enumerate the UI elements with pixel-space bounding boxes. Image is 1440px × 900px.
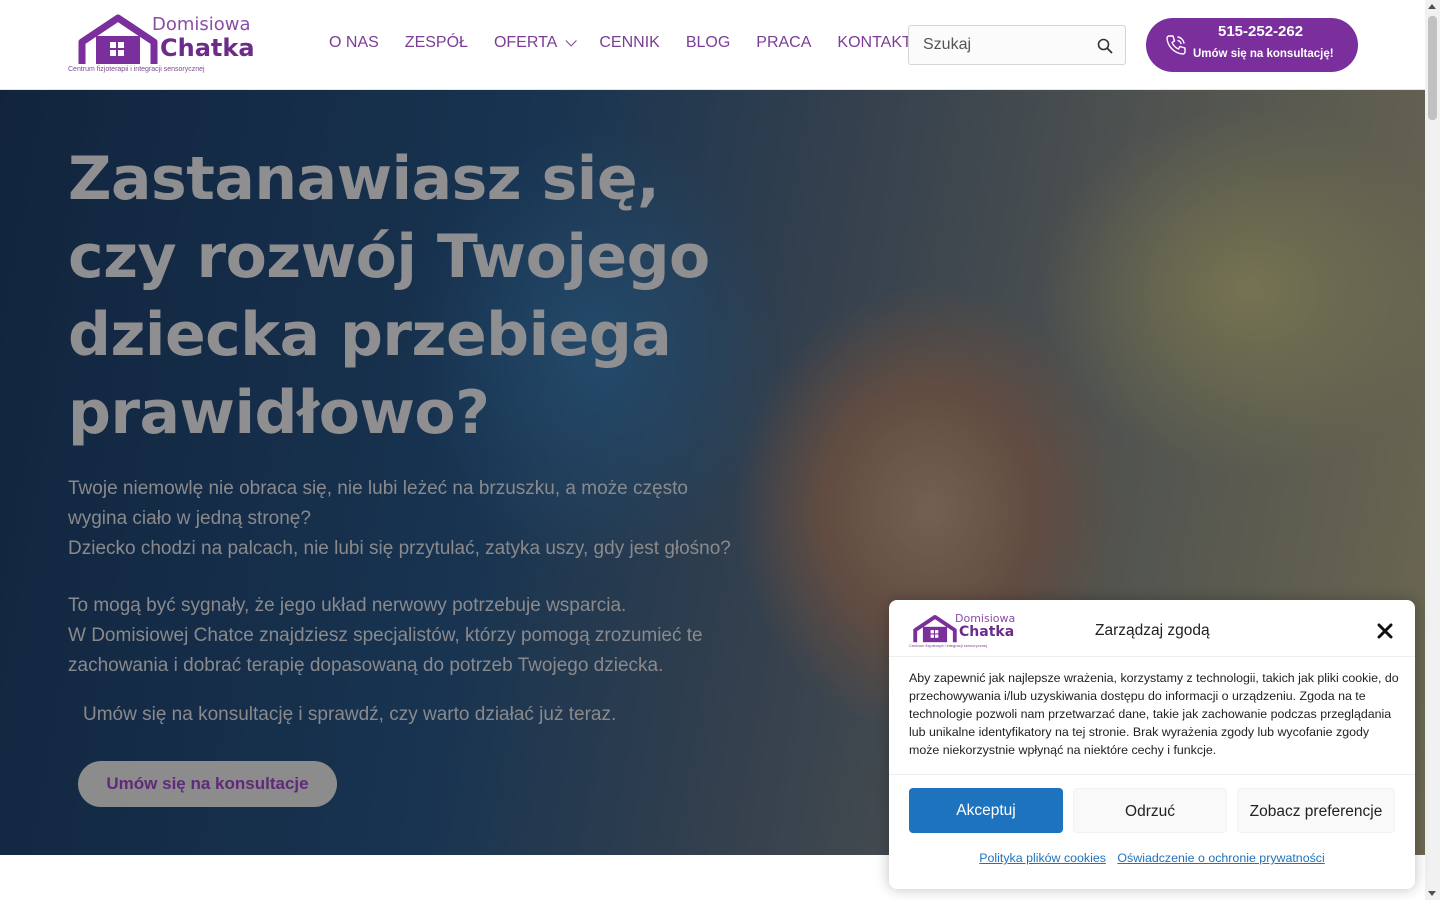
phone-number: 515-252-262 [1218, 23, 1304, 40]
hero-paragraph-2-line-1: To mogą być sygnały, że jego układ nerwo… [68, 595, 627, 616]
site-logo[interactable]: Domisiowa Chatka Centrum fizjoterapii i … [68, 12, 255, 76]
divider [889, 774, 1415, 775]
hero-paragraph-3: Umów się na konsultację i sprawdź, czy w… [83, 704, 617, 725]
phone-subtitle: Umów się na konsultację! [1193, 48, 1334, 60]
book-consultation-button[interactable]: Umów się na konsultacje [78, 761, 337, 807]
hero-title: Zastanawiasz się, czy rozwój Twojego dzi… [68, 144, 710, 448]
house-logo-icon [78, 14, 158, 64]
scroll-down-arrow-icon[interactable] [1428, 891, 1436, 896]
cookie-logo-text-main: Chatka [959, 624, 1015, 640]
cookie-dialog-title: Zarządzaj zgodą [1095, 622, 1210, 639]
nav-item-kontakt[interactable]: KONTAKT [837, 34, 911, 52]
search-box [908, 25, 1126, 65]
nav-label: PRACA [756, 34, 812, 51]
nav-item-oferta[interactable]: OFERTA [493, 34, 578, 52]
main-nav: O NAS ZESPÓŁ OFERTA CENNIK BLOG PRACA KO… [329, 34, 938, 52]
cookie-logo-tagline: Centrum fizjoterapii i integracji sensor… [909, 643, 988, 648]
phone-icon [1164, 33, 1188, 62]
house-logo-icon [913, 614, 957, 643]
nav-label: OFERTA [493, 34, 558, 51]
nav-item-cennik[interactable]: CENNIK [599, 34, 659, 52]
nav-label: ZESPÓŁ [404, 34, 468, 51]
hero-paragraph-2-line-2: W Domisiowej Chatce znajdziesz specjalis… [68, 625, 703, 676]
nav-item-praca[interactable]: PRACA [756, 34, 811, 52]
cookie-dialog-logo: Domisiowa Chatka Centrum fizjoterapii i … [909, 612, 1015, 650]
hero-paragraph-2: To mogą być sygnały, że jego układ nerwo… [68, 591, 748, 681]
nav-label: BLOG [685, 34, 731, 51]
page-scrollbar[interactable] [1425, 0, 1440, 900]
page: Domisiowa Chatka Centrum fizjoterapii i … [0, 0, 1440, 900]
accept-button[interactable]: Akceptuj [909, 788, 1063, 833]
phone-consultation-button[interactable]: 515-252-262 Umów się na konsultację! [1146, 18, 1358, 72]
search-icon[interactable] [1097, 38, 1113, 59]
nav-label: CENNIK [599, 34, 660, 51]
scroll-up-arrow-icon[interactable] [1428, 4, 1436, 9]
hero-paragraph-1: Twoje niemowlę nie obraca się, nie lubi … [68, 474, 748, 564]
nav-label: KONTAKT [837, 34, 912, 51]
logo-text-top: Domisiowa [152, 14, 251, 35]
hero-paragraph-1-line-1: Twoje niemowlę nie obraca się, nie lubi … [68, 478, 688, 529]
privacy-statement-link[interactable]: Oświadczenie o ochronie prywatności [1117, 851, 1324, 865]
chevron-down-icon [565, 35, 578, 47]
logo-text-main: Chatka [160, 34, 255, 62]
search-input[interactable] [909, 26, 1079, 64]
cookie-consent-dialog: Domisiowa Chatka Centrum fizjoterapii i … [889, 600, 1415, 889]
nav-label: O NAS [329, 34, 379, 51]
view-preferences-button[interactable]: Zobacz preferencje [1237, 788, 1395, 833]
divider [889, 656, 1415, 657]
cookie-dialog-links: Polityka plików cookies Oświadczenie o o… [889, 851, 1415, 865]
scrollbar-thumb[interactable] [1428, 16, 1437, 120]
nav-item-zespol[interactable]: ZESPÓŁ [405, 34, 468, 52]
cookie-dialog-text: Aby zapewnić jak najlepsze wrażenia, kor… [909, 671, 1399, 757]
cookie-policy-link[interactable]: Polityka plików cookies [979, 851, 1106, 865]
site-header: Domisiowa Chatka Centrum fizjoterapii i … [0, 0, 1425, 90]
nav-item-blog[interactable]: BLOG [686, 34, 730, 52]
hero-paragraph-1-line-2: Dziecko chodzi na palcach, nie lubi się … [68, 538, 731, 559]
hero-content: Zastanawiasz się, czy rozwój Twojego dzi… [68, 140, 748, 807]
logo-tagline: Centrum fizjoterapii i integracji sensor… [68, 66, 205, 73]
deny-button[interactable]: Odrzuć [1073, 788, 1227, 833]
close-icon[interactable] [1375, 621, 1395, 641]
nav-item-o-nas[interactable]: O NAS [329, 34, 379, 52]
